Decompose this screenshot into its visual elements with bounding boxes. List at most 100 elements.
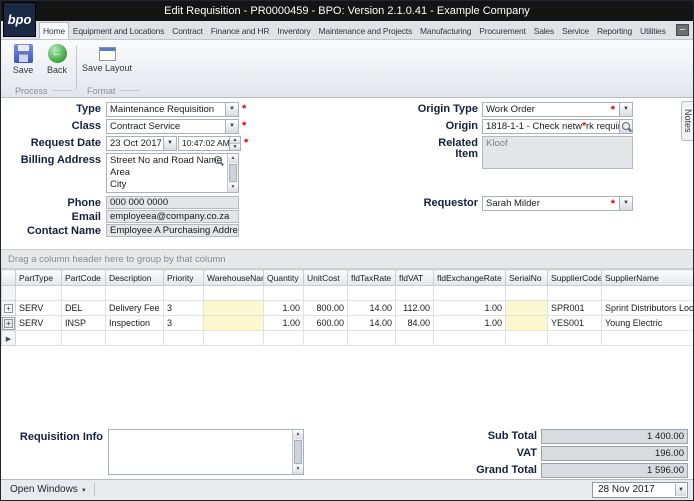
column-header-description[interactable]: Description [105, 269, 164, 286]
column-header-partcode[interactable]: PartCode [61, 269, 106, 286]
cell-fldtaxrate[interactable]: 14.00 [347, 300, 396, 316]
tab-finance-and-hr[interactable]: Finance and HR [207, 22, 274, 39]
cell-quantity[interactable]: 1.00 [263, 315, 304, 331]
chevron-down-icon[interactable]: ▼ [619, 103, 632, 116]
contact-name-field: Employee A Purchasing Address [106, 224, 239, 237]
column-header-parttype[interactable]: PartType [15, 269, 62, 286]
cell-partcode[interactable]: INSP [61, 315, 106, 331]
type-combobox[interactable]: Maintenance Requisition ▼ [106, 102, 239, 117]
cell-serialno[interactable] [505, 315, 548, 331]
cell-description[interactable]: Delivery Fee [105, 300, 164, 316]
column-header-quantity[interactable]: Quantity [263, 269, 304, 286]
email-field: employeea@company.co.za [106, 210, 239, 223]
cell-partcode[interactable]: DEL [61, 300, 106, 316]
class-combobox[interactable]: Contract Service ▼ [106, 119, 239, 134]
column-header-priority[interactable]: Priority [163, 269, 204, 286]
tab-equipment-and-locations[interactable]: Equipment and Locations [69, 22, 168, 39]
open-windows-button[interactable]: Open Windows ▼ [4, 483, 95, 496]
status-date-picker[interactable]: 28 Nov 2017 ▼ [592, 482, 688, 498]
cell-warehousename[interactable] [203, 315, 264, 331]
ribbon: Save ← Back Save Layout Process Format [1, 40, 693, 98]
billing-address-label: Billing Address [20, 154, 101, 166]
requestor-value: Sarah Milder [486, 198, 540, 209]
requisition-items-grid: PartType PartCode Description Priority W… [1, 269, 693, 346]
origin-type-combobox[interactable]: Work Order * ▼ [482, 102, 633, 117]
phone-field: 000 000 0000 [106, 196, 239, 209]
table-row[interactable]: + SERV INSP Inspection 3 1.00 600.00 14.… [1, 315, 693, 331]
cell-parttype[interactable]: SERV [15, 315, 62, 331]
tab-notes[interactable]: Notes [681, 101, 693, 141]
save-layout-button[interactable]: Save Layout [81, 44, 133, 73]
tab-service[interactable]: Service [558, 22, 593, 39]
save-icon [13, 44, 33, 63]
tab-maintenance-and-projects[interactable]: Maintenance and Projects [315, 22, 416, 39]
table-row[interactable]: + SERV DEL Delivery Fee 3 1.00 800.00 14… [1, 300, 693, 316]
billing-address-field[interactable]: Street No and Road Name Area City ▲ ▼ [106, 153, 239, 193]
cell-serialno[interactable] [505, 300, 548, 316]
origin-lookup-field[interactable]: 1818-1-1 - Check netw*rk require... [482, 119, 633, 134]
cell-priority[interactable]: 3 [163, 315, 204, 331]
scroll-up-icon: ▲ [293, 430, 303, 439]
cell-unitcost[interactable]: 600.00 [303, 315, 348, 331]
requisition-info-scrollbar[interactable]: ▲ ▼ [292, 430, 303, 474]
cell-fldtaxrate[interactable]: 14.00 [347, 315, 396, 331]
cell-suppliername[interactable]: Sprint Distributors Local [601, 300, 693, 316]
required-marker: * [244, 137, 249, 149]
grid-new-row[interactable]: ▶ [1, 330, 693, 346]
chevron-down-icon[interactable]: ▼ [619, 197, 632, 210]
requisition-info-value [109, 430, 303, 432]
tab-reporting[interactable]: Reporting [593, 22, 636, 39]
column-header-suppliername[interactable]: SupplierName [601, 269, 693, 286]
chevron-down-icon[interactable]: ▼ [163, 137, 176, 150]
column-header-fldexchangerate[interactable]: fldExchangeRate [433, 269, 506, 286]
tab-procurement[interactable]: Procurement [475, 22, 529, 39]
requisition-info-field[interactable]: ▲ ▼ [108, 429, 304, 475]
cell-suppliername[interactable]: Young Electric [601, 315, 693, 331]
tab-contract[interactable]: Contract [168, 22, 207, 39]
column-header-warehousename[interactable]: WarehouseName [203, 269, 264, 286]
grid-filter-row[interactable] [1, 285, 693, 301]
tab-inventory[interactable]: Inventory [273, 22, 314, 39]
chevron-down-icon[interactable]: ▼ [225, 120, 238, 133]
column-header-fldvat[interactable]: fldVAT [395, 269, 434, 286]
time-spinner[interactable]: ▲ ▼ [229, 137, 240, 150]
expand-row-icon[interactable]: + [4, 304, 13, 313]
cell-quantity[interactable]: 1.00 [263, 300, 304, 316]
column-header-suppliercode[interactable]: SupplierCode [547, 269, 602, 286]
cell-warehousename[interactable] [203, 300, 264, 316]
tab-utilities[interactable]: Utilities [636, 22, 670, 39]
cell-suppliercode[interactable]: YES001 [547, 315, 602, 331]
request-date-picker[interactable]: 23 Oct 2017 ▼ [106, 136, 177, 151]
column-header-unitcost[interactable]: UnitCost [303, 269, 348, 286]
request-time-input[interactable]: 10:47:02 AM ▲ ▼ [178, 136, 241, 151]
chevron-down-icon[interactable]: ▼ [675, 484, 686, 496]
cell-fldexchangerate[interactable]: 1.00 [433, 300, 506, 316]
cell-suppliercode[interactable]: SPR001 [547, 300, 602, 316]
cell-fldvat[interactable]: 112.00 [395, 300, 434, 316]
chevron-down-icon[interactable]: ▼ [225, 103, 238, 116]
email-label: Email [71, 211, 101, 223]
chevron-down-icon: ▼ [80, 488, 87, 494]
cell-parttype[interactable]: SERV [15, 300, 62, 316]
tab-manufacturing[interactable]: Manufacturing [416, 22, 475, 39]
expand-row-icon[interactable]: + [2, 317, 15, 330]
cell-fldvat[interactable]: 84.00 [395, 315, 434, 331]
requestor-combobox[interactable]: Sarah Milder * ▼ [482, 196, 633, 211]
column-header-serialno[interactable]: SerialNo [505, 269, 548, 286]
search-icon[interactable] [214, 156, 224, 166]
ribbon-minimize-button[interactable]: – [676, 24, 689, 36]
tab-home[interactable]: Home [39, 22, 69, 39]
cell-description[interactable]: Inspection [105, 315, 164, 331]
back-button[interactable]: ← Back [41, 44, 73, 75]
scrollbar-thumb [229, 164, 237, 182]
column-header-fldtaxrate[interactable]: fldTaxRate [347, 269, 396, 286]
spin-up-icon: ▲ [230, 137, 240, 144]
billing-address-scrollbar[interactable]: ▲ ▼ [227, 154, 238, 192]
save-button[interactable]: Save [7, 44, 39, 75]
grid-group-panel[interactable]: Drag a column header here to group by th… [1, 249, 693, 269]
cell-fldexchangerate[interactable]: 1.00 [433, 315, 506, 331]
cell-priority[interactable]: 3 [163, 300, 204, 316]
tab-sales[interactable]: Sales [530, 22, 558, 39]
cell-unitcost[interactable]: 800.00 [303, 300, 348, 316]
origin-lookup-button[interactable] [619, 120, 632, 133]
